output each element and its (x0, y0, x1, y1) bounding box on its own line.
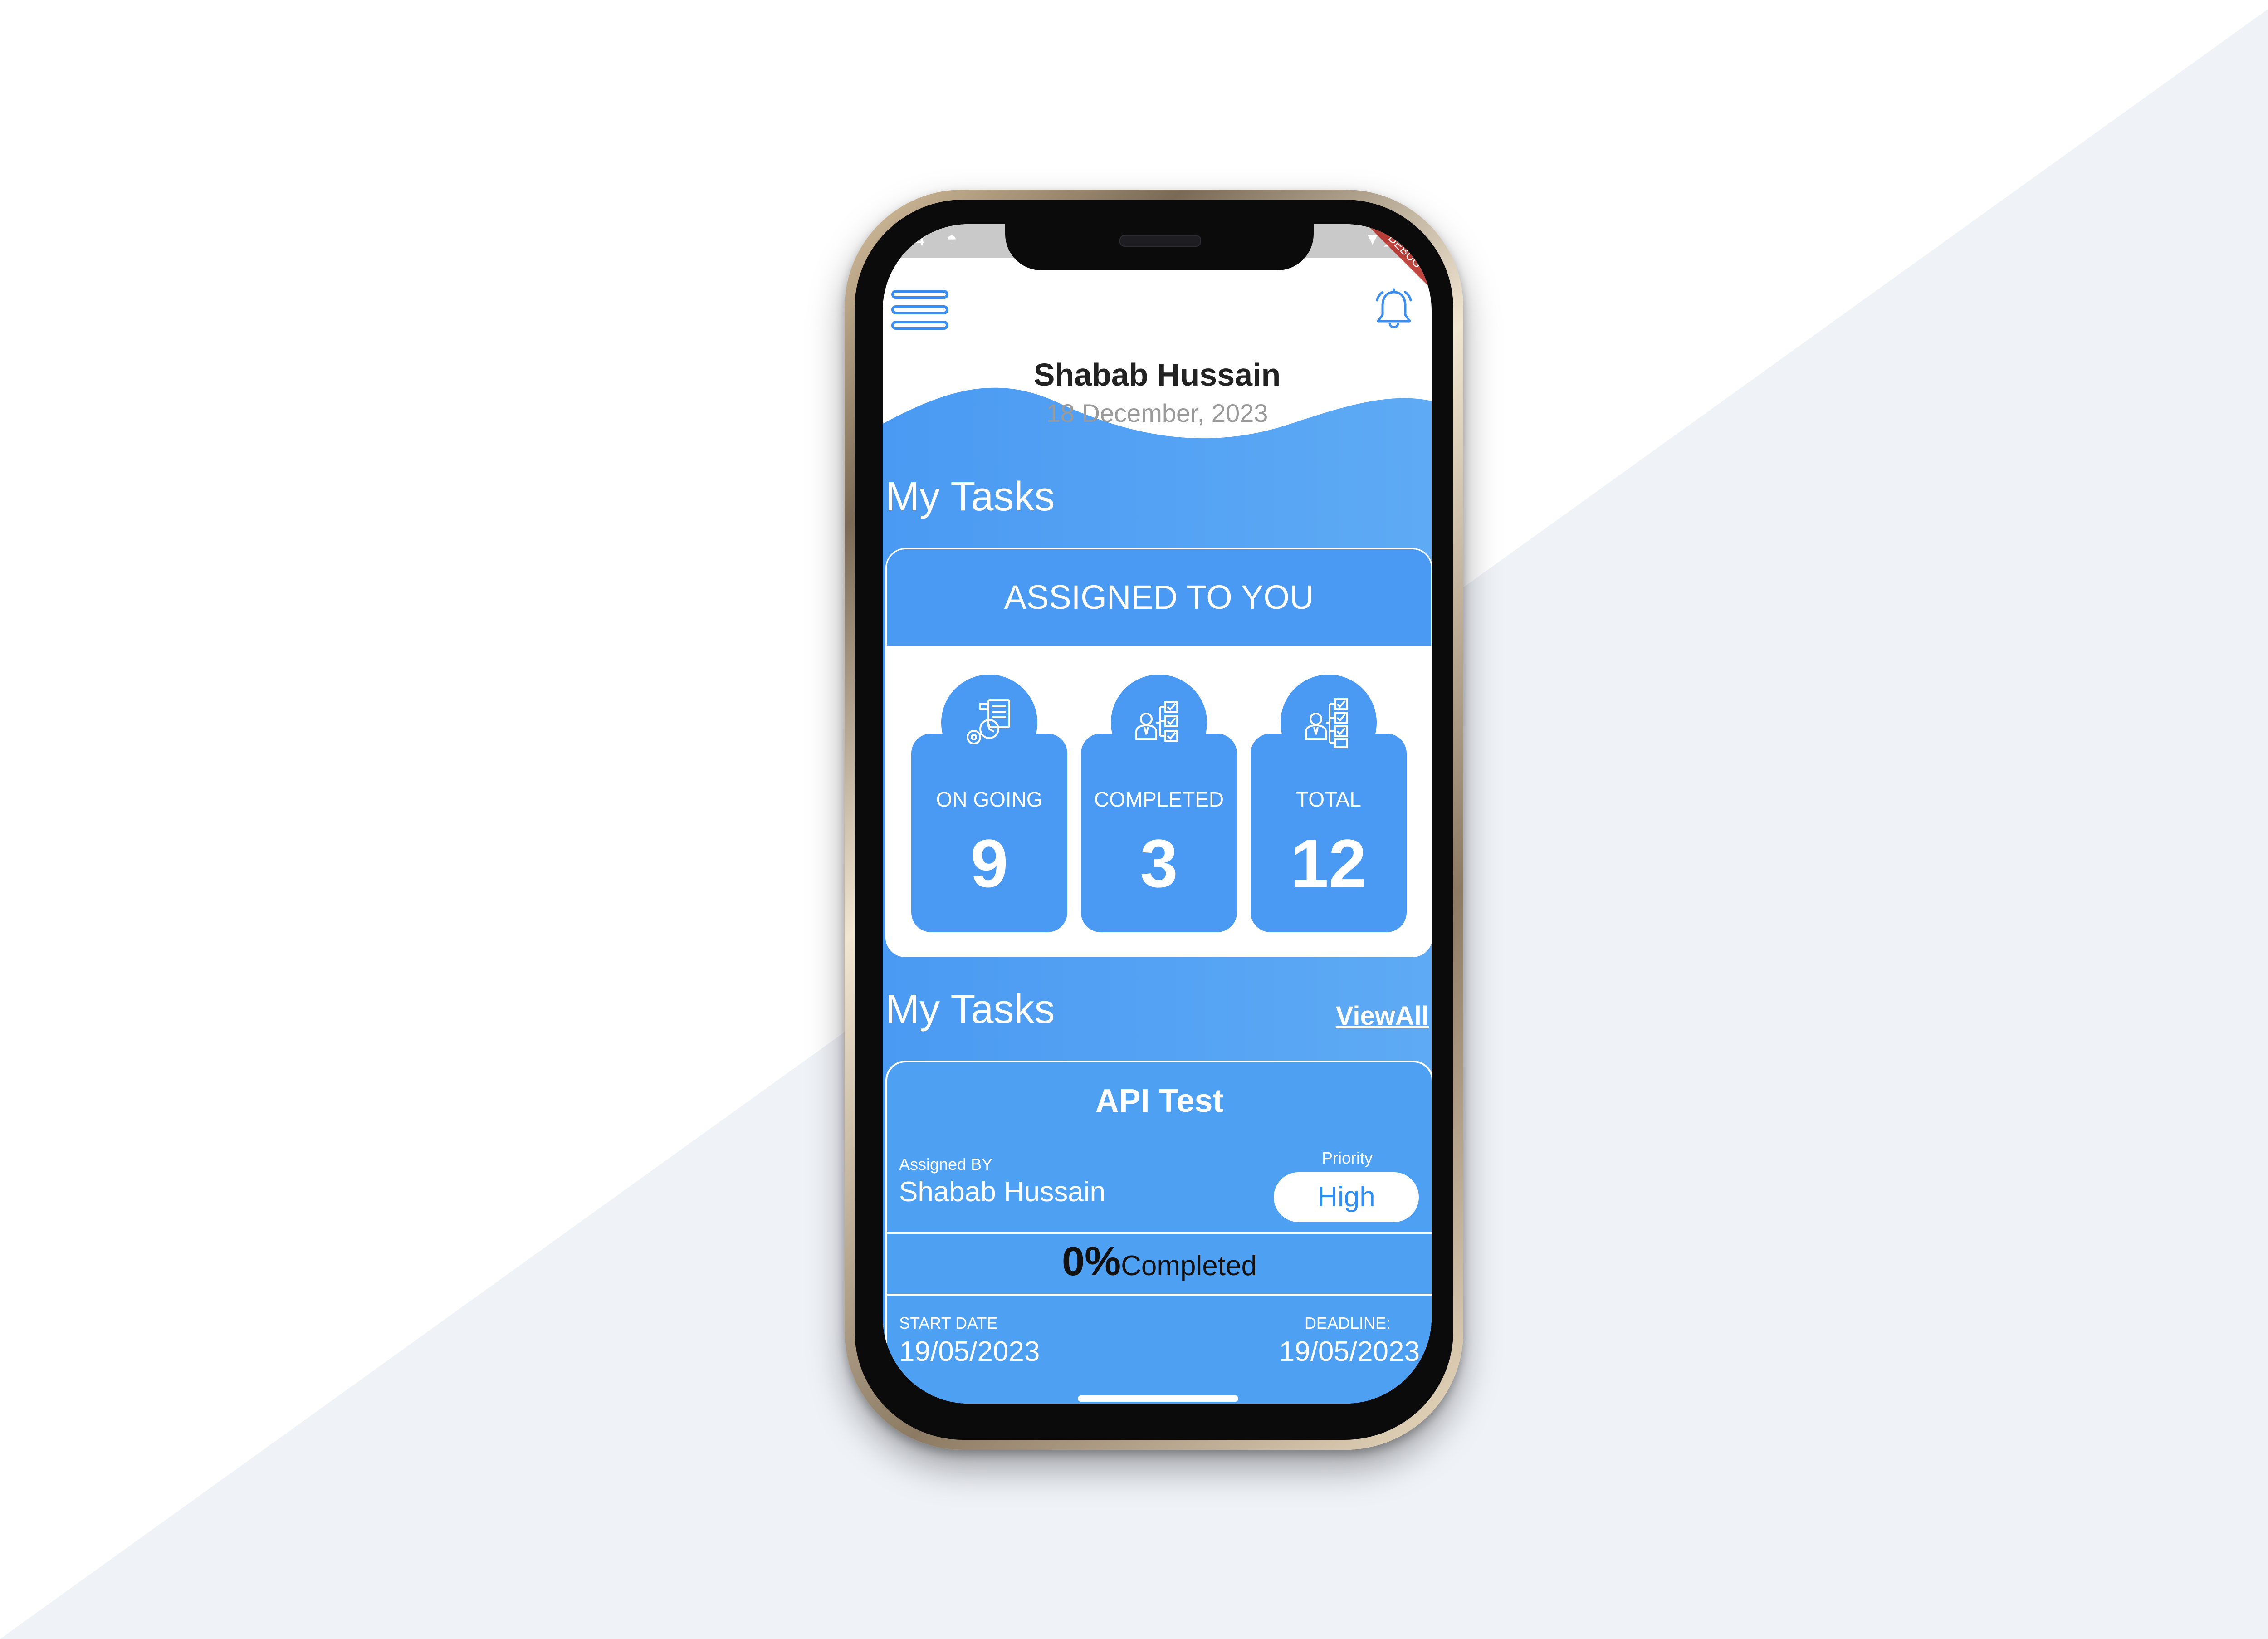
stat-total[interactable]: TOTAL 12 (1251, 675, 1407, 932)
task-card[interactable]: API Test Assigned BY Shabab Hussain Prio… (885, 1061, 1432, 1404)
stat-ongoing-value: 9 (970, 825, 1008, 901)
current-date: 18 December, 2023 (1046, 399, 1268, 427)
stat-ongoing[interactable]: ON GOING 9 (911, 675, 1067, 932)
start-date-value: 19/05/2023 (899, 1336, 1040, 1367)
hamburger-menu-icon[interactable] (891, 289, 950, 330)
stat-total-value: 12 (1290, 825, 1367, 901)
card-divider-top (887, 1232, 1432, 1234)
status-time: :44 (901, 230, 925, 250)
task-progress: 0%Completed (887, 1238, 1432, 1285)
assigned-by-label: Assigned BY (899, 1155, 993, 1174)
stat-completed[interactable]: COMPLETED 3 (1081, 675, 1237, 932)
user-name: Shabab Hussain (1033, 357, 1281, 392)
my-tasks-list-heading: My Tasks (885, 987, 1055, 1032)
stat-total-label: TOTAL (1296, 788, 1361, 811)
assigned-to-you-card: ASSIGNED TO YOU ON GOING 9 COMPLETED 3 T… (885, 548, 1432, 957)
deadline-value: 19/05/2023 (1279, 1336, 1420, 1367)
priority-label: Priority (1321, 1149, 1373, 1167)
task-title: API Test (1095, 1083, 1224, 1119)
total-tasks-icon (1281, 675, 1377, 771)
app-screen: :44 ◓ ▼◢ DEBUG Shabab Hussain 18 Decembe… (883, 224, 1432, 1404)
notification-bell-icon[interactable] (1374, 288, 1413, 331)
stat-completed-label: COMPLETED (1094, 788, 1224, 811)
phone-speaker (1119, 235, 1201, 247)
completed-tasks-icon (1111, 675, 1207, 771)
card-divider-bottom (887, 1294, 1432, 1296)
stat-ongoing-label: ON GOING (936, 788, 1043, 811)
android-icon: ◓ (946, 229, 958, 249)
ongoing-tasks-icon (941, 675, 1037, 771)
progress-label: Completed (1121, 1250, 1257, 1282)
my-tasks-heading: My Tasks (885, 474, 1055, 519)
home-indicator[interactable] (1078, 1395, 1238, 1402)
progress-percent: 0% (1062, 1239, 1121, 1284)
assigned-title: ASSIGNED TO YOU (887, 549, 1431, 646)
start-date-label: START DATE (899, 1314, 998, 1332)
phone-notch (1005, 224, 1314, 270)
view-all-link[interactable]: ViewAll (1336, 1001, 1429, 1031)
assigned-by-value: Shabab Hussain (899, 1176, 1105, 1208)
stat-completed-value: 3 (1140, 825, 1178, 901)
deadline-label: DEADLINE: (1304, 1314, 1391, 1332)
priority-badge: High (1274, 1172, 1419, 1222)
